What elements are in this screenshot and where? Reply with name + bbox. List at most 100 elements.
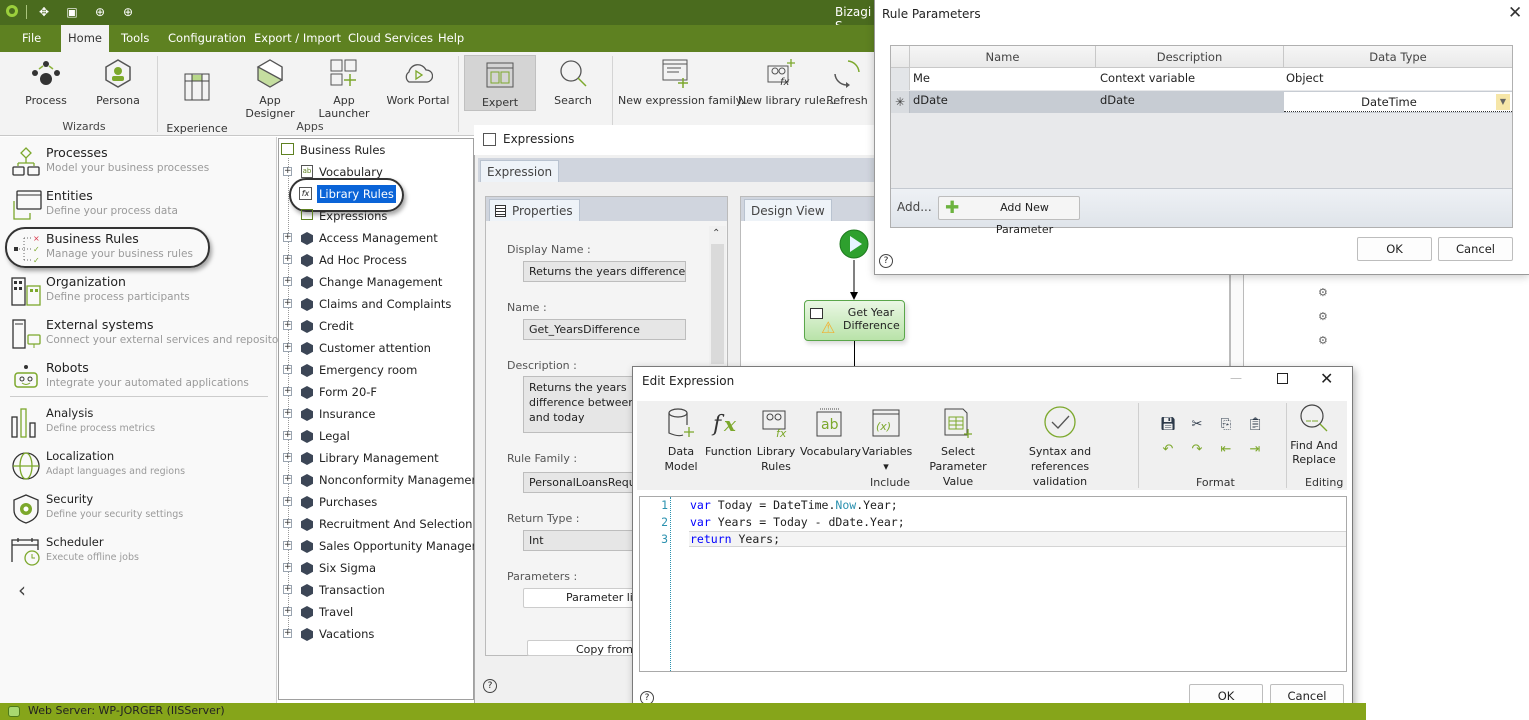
find-and-replace-button[interactable]: Find And Replace bbox=[1290, 404, 1338, 467]
column-header-data-type[interactable]: Data Type bbox=[1284, 46, 1512, 68]
data-model-button[interactable]: Data Model bbox=[660, 405, 702, 474]
new-row-icon[interactable]: ✳ bbox=[891, 91, 910, 113]
expand-icon[interactable]: + bbox=[283, 541, 292, 550]
expand-icon[interactable]: + bbox=[283, 409, 292, 418]
nav-localization[interactable]: Localization Adapt languages and regions bbox=[0, 446, 276, 488]
nav-scheduler[interactable]: Scheduler Execute offline jobs bbox=[0, 532, 276, 574]
ok-button[interactable]: OK bbox=[1357, 237, 1432, 261]
minimize-icon[interactable]: — bbox=[1230, 371, 1242, 385]
process-icon[interactable]: ✥ bbox=[36, 4, 52, 20]
cancel-button[interactable]: Cancel bbox=[1438, 237, 1513, 261]
scroll-up-icon[interactable]: ⌃ bbox=[712, 228, 720, 239]
name-field[interactable]: Get_YearsDifference bbox=[523, 319, 686, 340]
nav-organization[interactable]: Organization Define process participants bbox=[0, 271, 276, 313]
table-row[interactable]: Me Context variable Object bbox=[891, 68, 1512, 90]
variables-button[interactable]: (x) Variables ▾ bbox=[862, 405, 912, 474]
chevron-down-icon[interactable]: ▼ bbox=[1496, 94, 1510, 110]
gear-icon[interactable]: ⚙ bbox=[1318, 334, 1328, 347]
expand-icon[interactable]: + bbox=[283, 497, 292, 506]
close-icon[interactable]: ✕ bbox=[1508, 3, 1522, 23]
cell-data-type[interactable]: Object bbox=[1282, 67, 1323, 89]
expand-icon[interactable]: + bbox=[283, 519, 292, 528]
tab-expression[interactable]: Expression bbox=[480, 160, 560, 182]
undo-icon[interactable]: ↶ bbox=[1160, 442, 1176, 458]
display-name-field[interactable]: Returns the years difference bbox=[523, 261, 686, 282]
expand-icon[interactable]: + bbox=[283, 255, 292, 264]
nav-external-systems[interactable]: External systems Connect your external s… bbox=[0, 314, 297, 356]
menu-tools[interactable]: Tools bbox=[115, 25, 155, 52]
copy-icon[interactable]: ⎘ bbox=[1218, 417, 1234, 433]
code-line[interactable]: 1 var Today = DateTime.Now.Year; bbox=[640, 497, 1346, 514]
table-row[interactable]: ✳ dDate dDate DateTime ▼ bbox=[891, 91, 1512, 113]
menu-home[interactable]: Home bbox=[61, 25, 109, 52]
nav-processes[interactable]: Processes Model your business processes bbox=[0, 142, 276, 184]
expand-icon[interactable]: + bbox=[283, 607, 292, 616]
data-type-select[interactable]: DateTime ▼ bbox=[1284, 92, 1512, 112]
expand-icon[interactable]: + bbox=[283, 277, 292, 286]
function-button[interactable]: fx Function bbox=[705, 405, 752, 459]
cell-description[interactable]: Context variable bbox=[1096, 67, 1195, 89]
expand-icon[interactable]: + bbox=[283, 387, 292, 396]
cell-name[interactable]: Me bbox=[909, 67, 930, 89]
expand-icon[interactable]: + bbox=[283, 629, 292, 638]
nav-robots[interactable]: Robots Integrate your automated applicat… bbox=[0, 357, 276, 399]
cut-icon[interactable]: ✂ bbox=[1189, 417, 1205, 433]
expand-icon[interactable]: + bbox=[283, 299, 292, 308]
task-get-year-difference[interactable]: ⚠ Get Year Difference bbox=[804, 300, 905, 341]
expand-icon[interactable]: + bbox=[283, 167, 292, 176]
row-selector[interactable] bbox=[891, 68, 910, 90]
start-event-icon[interactable] bbox=[836, 226, 872, 262]
select-parameter-value-button[interactable]: Select Parameter Value bbox=[915, 405, 1001, 489]
save-icon[interactable]: 💾︎ bbox=[1160, 417, 1177, 433]
tab-design-view[interactable]: Design View bbox=[744, 199, 832, 221]
add-new-parameter-button[interactable]: ✚ Add New Parameter bbox=[938, 196, 1080, 236]
new-expression-family-button[interactable]: New expression family... bbox=[618, 56, 751, 107]
help-icon[interactable]: ? bbox=[483, 679, 497, 693]
close-icon[interactable]: ✕ bbox=[1320, 369, 1333, 388]
outdent-icon[interactable]: ⇤ bbox=[1218, 442, 1234, 458]
syntax-validation-button[interactable]: Syntax and references validation bbox=[1004, 405, 1116, 489]
column-header-name[interactable]: Name bbox=[910, 46, 1096, 68]
expand-icon[interactable]: + bbox=[283, 365, 292, 374]
expert-button[interactable]: Expert bbox=[464, 55, 536, 111]
tab-properties[interactable]: Properties bbox=[489, 199, 580, 221]
help-icon[interactable]: ? bbox=[879, 254, 893, 268]
app-designer-button[interactable]: App Designer bbox=[236, 56, 304, 120]
gear-icon[interactable]: ⚙ bbox=[1318, 286, 1328, 299]
expand-icon[interactable]: + bbox=[283, 585, 292, 594]
app-launcher-button[interactable]: App Launcher bbox=[310, 56, 378, 120]
expand-icon[interactable]: + bbox=[283, 475, 292, 484]
menu-help[interactable]: Help bbox=[432, 25, 470, 52]
process-wizard-button[interactable]: Process bbox=[22, 56, 70, 107]
maximize-icon[interactable] bbox=[1277, 373, 1288, 384]
nav-security[interactable]: Security Define your security settings bbox=[0, 489, 276, 531]
indent-icon[interactable]: ⇥ bbox=[1247, 442, 1263, 458]
menu-configuration[interactable]: Configuration bbox=[162, 25, 252, 52]
cell-description[interactable]: dDate bbox=[1096, 89, 1135, 111]
window-icon[interactable]: ▣ bbox=[64, 4, 80, 20]
expand-icon[interactable]: + bbox=[283, 321, 292, 330]
expand-icon[interactable]: + bbox=[283, 233, 292, 242]
expand-icon[interactable]: + bbox=[283, 431, 292, 440]
expand-icon[interactable]: + bbox=[283, 453, 292, 462]
upload-icon[interactable]: ⊕ bbox=[92, 4, 108, 20]
persona-button[interactable]: Persona bbox=[94, 56, 142, 107]
menu-export-import[interactable]: Export / Import bbox=[248, 25, 347, 52]
code-line[interactable]: 2 var Years = Today - dDate.Year; bbox=[640, 514, 1346, 531]
work-portal-button[interactable]: Work Portal bbox=[386, 56, 450, 107]
nav-entities[interactable]: Entities Define your process data bbox=[0, 185, 276, 227]
paste-icon[interactable]: 📋︎ bbox=[1247, 417, 1264, 433]
new-library-rule-button[interactable]: fx New library rule... bbox=[738, 56, 836, 107]
expand-icon[interactable]: + bbox=[283, 563, 292, 572]
expand-icon[interactable]: + bbox=[283, 343, 292, 352]
scroll-thumb[interactable] bbox=[711, 244, 724, 364]
cell-name[interactable]: dDate bbox=[909, 89, 948, 111]
upload-icon[interactable]: ⊕ bbox=[120, 4, 136, 20]
vocabulary-button[interactable]: ab Vocabulary bbox=[800, 405, 861, 459]
code-line[interactable]: 3 return Years; bbox=[640, 531, 1346, 548]
library-rules-button[interactable]: fx Library Rules bbox=[755, 405, 797, 474]
refresh-button[interactable]: Refresh bbox=[826, 56, 868, 107]
column-header-description[interactable]: Description bbox=[1096, 46, 1284, 68]
gear-icon[interactable]: ⚙ bbox=[1318, 310, 1328, 323]
redo-icon[interactable]: ↷ bbox=[1189, 442, 1205, 458]
